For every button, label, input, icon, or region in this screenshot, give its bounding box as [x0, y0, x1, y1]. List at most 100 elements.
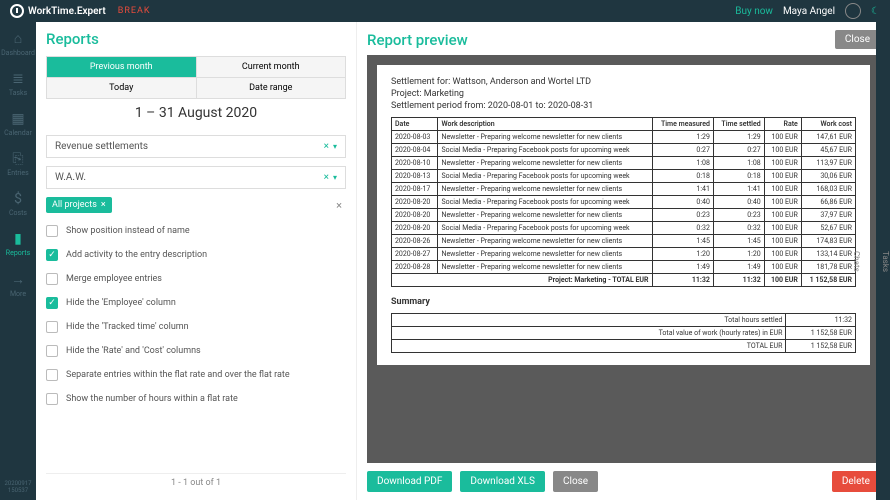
nav-entries[interactable]: ⎘Entries	[0, 151, 36, 177]
avatar[interactable]	[845, 3, 861, 19]
summary-row: Total value of work (hourly rates) in EU…	[392, 327, 856, 340]
option-check[interactable]: Separate entries within the flat rate an…	[46, 369, 346, 381]
table-row: 2020-08-20Social Media - Preparing Faceb…	[392, 222, 856, 235]
check-label: Show the number of hours within a flat r…	[66, 394, 238, 404]
checkbox[interactable]	[46, 225, 58, 237]
nav-costs[interactable]: $Costs	[0, 191, 36, 217]
period-tabs-1: Previous month Current month	[46, 56, 346, 78]
date-range-label: 1 – 31 August 2020	[46, 99, 346, 127]
table-row: 2020-08-13Social Media - Preparing Faceb…	[392, 170, 856, 183]
reports-icon: ▮	[0, 231, 36, 247]
summary-heading: Summary	[391, 297, 856, 307]
clear-all-icon[interactable]: ×	[336, 199, 346, 212]
dashboard-icon: ⌂	[0, 30, 36, 47]
calendar-icon: ▦	[0, 111, 36, 127]
checkbox[interactable]	[46, 321, 58, 333]
download-xls-button[interactable]: Download XLS	[460, 471, 545, 492]
projects-row: All projects × ×	[46, 197, 346, 213]
check-label: Separate entries within the flat rate an…	[66, 370, 290, 380]
check-label: Hide the 'Employee' column	[66, 298, 176, 308]
side-tab-chats[interactable]: Chats	[852, 28, 861, 494]
total-row: Project: Marketing - TOTAL EUR11:3211:32…	[392, 274, 856, 287]
clock-icon	[10, 4, 24, 18]
col-header: Date	[392, 118, 438, 131]
col-header: Work description	[438, 118, 652, 131]
reports-panel: Reports Previous month Current month Tod…	[36, 22, 356, 500]
tab-current-month[interactable]: Current month	[197, 57, 346, 77]
pager: 1 - 1 out of 1	[46, 473, 346, 492]
table-row: 2020-08-20Newsletter - Preparing welcome…	[392, 209, 856, 222]
nav-reports[interactable]: ▮Reports	[0, 231, 36, 257]
download-pdf-button[interactable]: Download PDF	[367, 471, 452, 492]
check-label: Hide the 'Tracked time' column	[66, 322, 189, 332]
report-type-value: Revenue settlements	[55, 141, 148, 152]
more-icon: →	[0, 271, 36, 288]
check-label: Merge employee entries	[66, 274, 162, 284]
checkbox[interactable]: ✓	[46, 297, 58, 309]
table-row: 2020-08-10Newsletter - Preparing welcome…	[392, 157, 856, 170]
checkbox[interactable]	[46, 273, 58, 285]
nav-more[interactable]: →More	[0, 271, 36, 298]
option-check[interactable]: Merge employee entries	[46, 273, 346, 285]
user-name[interactable]: Maya Angel	[783, 6, 835, 17]
brand-name: WorkTime.Expert	[28, 6, 106, 17]
tab-previous-month[interactable]: Previous month	[47, 57, 197, 77]
option-check[interactable]: ✓ Add activity to the entry description	[46, 249, 346, 261]
chevron-down-icon[interactable]: ▾	[333, 173, 337, 182]
break-status: BREAK	[118, 6, 151, 16]
chevron-down-icon[interactable]: ▾	[333, 142, 337, 151]
option-check[interactable]: Show the number of hours within a flat r…	[46, 393, 346, 405]
checkbox[interactable]: ✓	[46, 249, 58, 261]
costs-icon: $	[0, 191, 36, 207]
check-label: Show position instead of name	[66, 226, 190, 236]
tasks-icon: ≣	[0, 71, 36, 87]
tab-date-range[interactable]: Date range	[197, 78, 346, 98]
settle-for: Settlement for: Wattson, Anderson and Wo…	[391, 77, 856, 87]
chip-label: All projects	[52, 200, 97, 210]
report-type-select[interactable]: Revenue settlements × ▾	[46, 135, 346, 158]
summary-table: Total hours settled11:32Total value of w…	[391, 313, 856, 353]
logo[interactable]: WorkTime.Expert	[10, 4, 106, 18]
tab-today[interactable]: Today	[47, 78, 197, 98]
option-check[interactable]: Hide the 'Tracked time' column	[46, 321, 346, 333]
option-check[interactable]: ✓ Hide the 'Employee' column	[46, 297, 346, 309]
preview-panel: Report preview Close Settlement for: Wat…	[356, 22, 890, 500]
clear-icon[interactable]: ×	[324, 172, 329, 183]
project-chip[interactable]: All projects ×	[46, 197, 112, 213]
client-value: W.A.W.	[55, 172, 86, 183]
col-header: Work cost	[801, 118, 855, 131]
col-header: Time measured	[652, 118, 713, 131]
check-label: Hide the 'Rate' and 'Cost' columns	[66, 346, 201, 356]
build-timestamp: 20200917 150537	[0, 474, 36, 500]
close-button-2[interactable]: Close	[553, 471, 598, 492]
col-header: Rate	[764, 118, 801, 131]
entries-icon: ⎘	[0, 151, 36, 167]
client-select[interactable]: W.A.W. × ▾	[46, 166, 346, 189]
table-row: 2020-08-17Newsletter - Preparing welcome…	[392, 183, 856, 196]
option-check[interactable]: Hide the 'Rate' and 'Cost' columns	[46, 345, 346, 357]
panel-title: Reports	[46, 30, 346, 48]
table-row: 2020-08-27Newsletter - Preparing welcome…	[392, 248, 856, 261]
checkbox[interactable]	[46, 369, 58, 381]
checkbox[interactable]	[46, 345, 58, 357]
nav-tasks[interactable]: ≣Tasks	[0, 71, 36, 97]
preview-body[interactable]: Settlement for: Wattson, Anderson and Wo…	[367, 55, 880, 463]
buy-now-link[interactable]: Buy now	[735, 6, 773, 17]
close-icon[interactable]: ×	[101, 200, 106, 210]
nav-dashboard[interactable]: ⌂Dashboard	[0, 30, 36, 57]
clear-icon[interactable]: ×	[324, 141, 329, 152]
sidebar: ⌂Dashboard ≣Tasks ▦Calendar ⎘Entries $Costs ▮…	[0, 22, 36, 500]
action-bar: Download PDF Download XLS Close Delete	[367, 463, 880, 492]
side-tabs: Tasks Chats	[876, 22, 890, 500]
table-row: 2020-08-28Newsletter - Preparing welcome…	[392, 261, 856, 274]
option-check[interactable]: Show position instead of name	[46, 225, 346, 237]
nav-calendar[interactable]: ▦Calendar	[0, 111, 36, 137]
project-line: Project: Marketing	[391, 89, 856, 99]
moon-icon[interactable]: ☾	[871, 6, 880, 17]
check-label: Add activity to the entry description	[66, 250, 207, 260]
topbar: WorkTime.Expert BREAK Buy now Maya Angel…	[0, 0, 890, 22]
checkbox[interactable]	[46, 393, 58, 405]
document: Settlement for: Wattson, Anderson and Wo…	[377, 65, 870, 365]
side-tab-tasks[interactable]: Tasks	[881, 28, 890, 494]
table-row: 2020-08-26Newsletter - Preparing welcome…	[392, 235, 856, 248]
